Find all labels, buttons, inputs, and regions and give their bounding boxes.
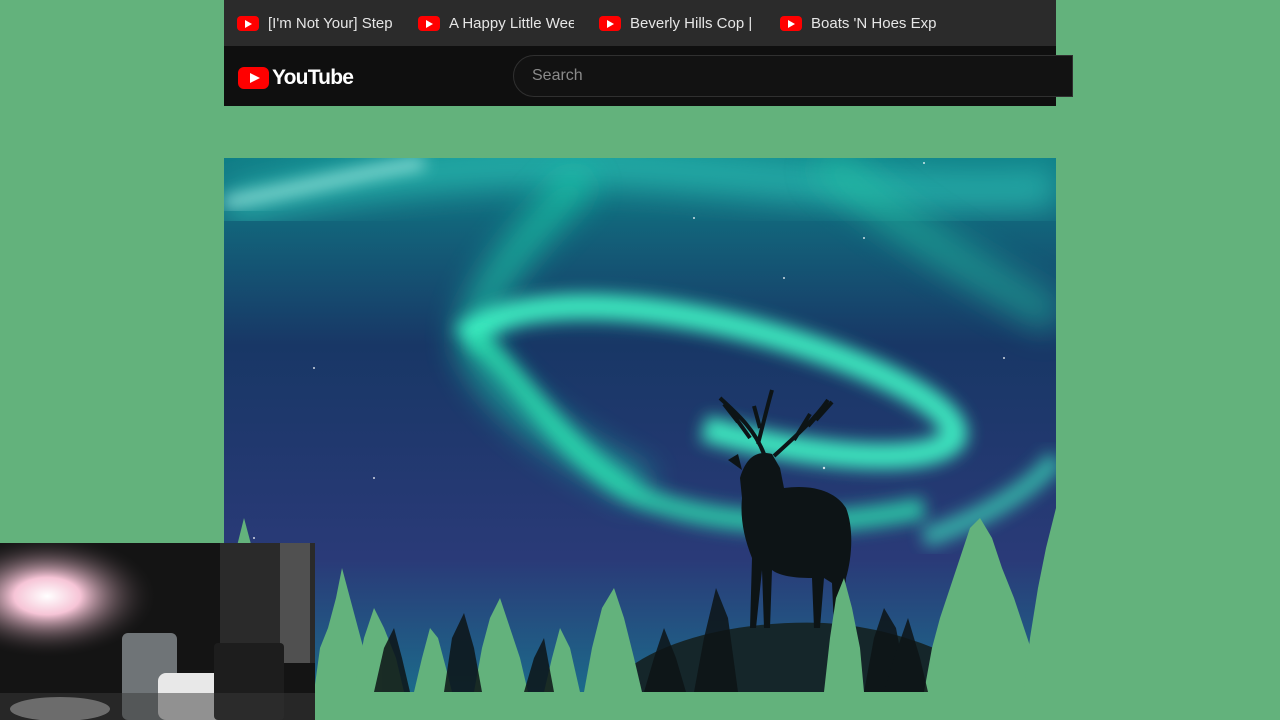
bookmark-item[interactable]: [I'm Not Your] Step... xyxy=(224,8,405,38)
browser-window: [I'm Not Your] Step... A Happy Little We… xyxy=(224,0,1073,106)
search-input[interactable] xyxy=(513,55,1073,97)
webcam-feed-image xyxy=(0,543,315,720)
youtube-play-icon xyxy=(418,15,440,31)
bookmark-label: Boats 'N Hoes Expli... xyxy=(811,14,936,32)
youtube-masthead: YouTube xyxy=(224,46,1073,106)
aurora-deer-artwork xyxy=(224,158,1056,692)
youtube-play-icon xyxy=(780,15,802,31)
bookmarks-bar: [I'm Not Your] Step... A Happy Little We… xyxy=(224,0,1056,46)
bookmark-label: [I'm Not Your] Step... xyxy=(268,14,393,32)
bookmark-item[interactable]: Boats 'N Hoes Expli... xyxy=(767,8,948,38)
webcam-overlay xyxy=(0,543,315,720)
youtube-play-icon xyxy=(599,15,621,31)
youtube-logo[interactable]: YouTube xyxy=(238,66,354,90)
video-player[interactable] xyxy=(224,158,1056,692)
logo-text: YouTube xyxy=(272,66,354,89)
bookmark-label: Beverly Hills Cop | F... xyxy=(630,14,755,32)
bookmark-item[interactable]: A Happy Little Week... xyxy=(405,8,586,38)
bookmark-item[interactable]: Beverly Hills Cop | F... xyxy=(586,8,767,38)
youtube-logo-icon xyxy=(238,67,269,89)
youtube-play-icon xyxy=(237,15,259,31)
bookmark-label: A Happy Little Week... xyxy=(449,14,574,32)
